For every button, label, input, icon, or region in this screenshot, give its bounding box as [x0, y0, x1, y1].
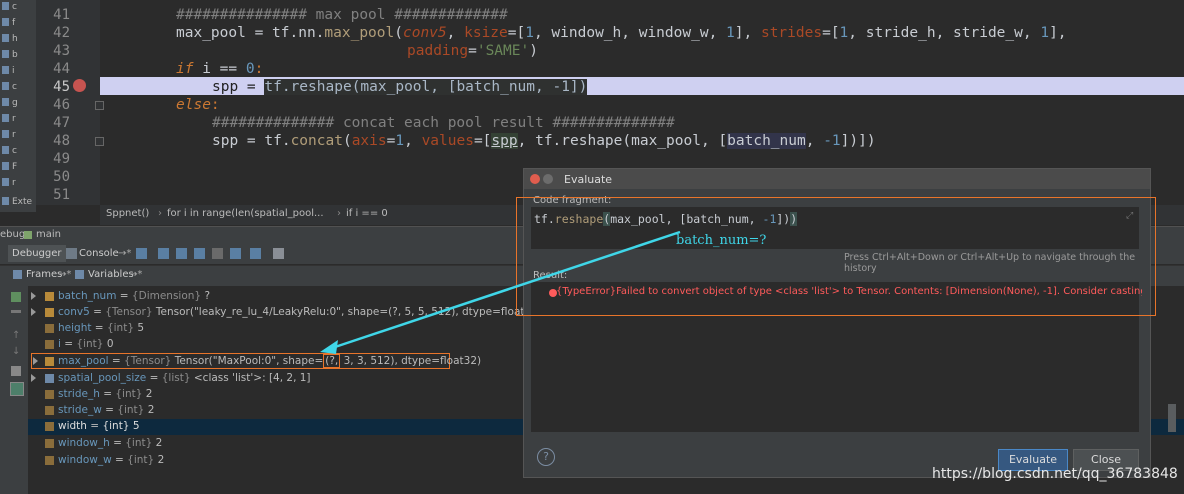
watermark: https://blog.csdn.net/qq_36783848 — [932, 466, 1178, 482]
annotation-arrow — [320, 230, 681, 354]
